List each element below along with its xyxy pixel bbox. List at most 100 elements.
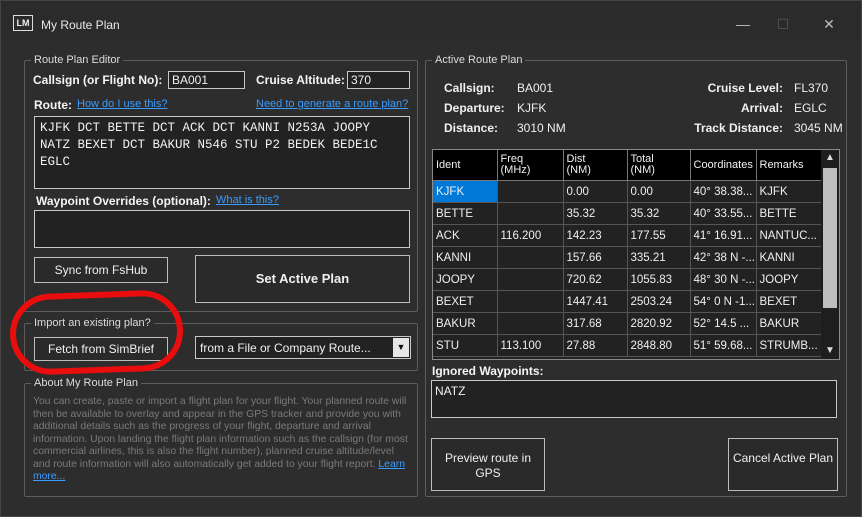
table-cell[interactable]: 2848.80 [627, 334, 691, 357]
table-cell[interactable]: 27.88 [563, 334, 628, 357]
title-bar[interactable]: LM My Route Plan — ☐ ✕ [1, 1, 861, 41]
table-cell[interactable]: 116.200 [497, 224, 564, 247]
waypoint-overrides-textarea[interactable] [34, 210, 410, 248]
cruise-altitude-label: Cruise Altitude: [256, 73, 345, 87]
table-cell[interactable]: 335.21 [627, 246, 691, 269]
maximize-button[interactable]: ☐ [763, 11, 803, 37]
cancel-active-plan-button[interactable]: Cancel Active Plan [728, 438, 838, 491]
callsign-label: Callsign (or Flight No): [33, 73, 163, 87]
table-cell[interactable]: BAKUR [756, 312, 822, 335]
table-row[interactable]: JOOPY 720.62 1055.83 48° 30 N -... JOOPY [433, 268, 822, 291]
table-cell[interactable]: BAKUR [433, 312, 498, 335]
table-cell[interactable]: JOOPY [756, 268, 822, 291]
table-cell[interactable]: ACK [433, 224, 498, 247]
scroll-up-icon[interactable]: ▲ [821, 150, 839, 166]
column-header[interactable]: Remarks [756, 150, 822, 181]
table-cell[interactable]: BEXET [756, 290, 822, 313]
table-cell[interactable]: 51° 59.68... [690, 334, 757, 357]
table-cell[interactable]: NANTUC... [756, 224, 822, 247]
table-cell[interactable]: 720.62 [563, 268, 628, 291]
about-legend: About My Route Plan [34, 377, 138, 389]
table-cell[interactable]: KANNI [433, 246, 498, 269]
close-button[interactable]: ✕ [809, 11, 849, 37]
active-route-plan-legend: Active Route Plan [435, 54, 523, 66]
import-source-select[interactable]: from a File or Company Route... ▼ [195, 336, 411, 359]
chevron-down-icon[interactable]: ▼ [393, 338, 409, 357]
distance-value: 3010 NM [517, 121, 566, 135]
table-cell[interactable] [497, 312, 564, 335]
generate-route-link[interactable]: Need to generate a route plan? [256, 98, 408, 110]
table-cell[interactable]: BEXET [433, 290, 498, 313]
callsign-input[interactable]: BA001 [168, 71, 245, 89]
table-cell[interactable]: 2503.24 [627, 290, 691, 313]
window-title: My Route Plan [41, 18, 120, 32]
waypoints-grid[interactable]: Ident Freq (MHz) Dist (NM) Total (NM) Coord… [432, 149, 840, 360]
set-active-plan-button[interactable]: Set Active Plan [195, 255, 410, 303]
route-textarea[interactable]: KJFK DCT BETTE DCT ACK DCT KANNI N253A J… [34, 116, 410, 189]
track-distance-value: 3045 NM [794, 121, 843, 135]
table-row[interactable]: BEXET 1447.41 2503.24 54° 0 N -1... BEXET [433, 290, 822, 313]
table-cell[interactable]: STU [433, 334, 498, 357]
table-row[interactable]: BETTE 35.32 35.32 40° 33.55... BETTE [433, 202, 822, 225]
table-cell[interactable]: 1447.41 [563, 290, 628, 313]
table-cell[interactable]: 142.23 [563, 224, 628, 247]
table-row[interactable]: BAKUR 317.68 2820.92 52° 14.5 ... BAKUR [433, 312, 822, 335]
table-header-row: Ident Freq (MHz) Dist (NM) Total (NM) Coord… [433, 150, 822, 181]
minimize-button[interactable]: — [723, 11, 763, 37]
table-row[interactable]: KJFK 0.00 0.00 40° 38.38... KJFK [433, 180, 822, 203]
waypoints-table: Ident Freq (MHz) Dist (NM) Total (NM) Coord… [433, 150, 822, 357]
table-cell[interactable]: 35.32 [627, 202, 691, 225]
table-cell[interactable]: 40° 38.38... [690, 180, 757, 203]
table-cell[interactable]: 157.66 [563, 246, 628, 269]
waypoint-overrides-label: Waypoint Overrides (optional): [36, 194, 211, 208]
column-header[interactable]: Freq (MHz) [497, 150, 564, 181]
table-cell[interactable]: BETTE [433, 202, 498, 225]
departure-value: KJFK [517, 101, 547, 115]
table-cell[interactable] [497, 268, 564, 291]
table-row[interactable]: ACK 116.200 142.23 177.55 41° 16.91... NANTUC… [433, 224, 822, 247]
table-cell[interactable]: KANNI [756, 246, 822, 269]
table-cell[interactable]: 48° 30 N -... [690, 268, 757, 291]
table-cell[interactable]: 40° 33.55... [690, 202, 757, 225]
table-cell[interactable]: 42° 38 N -... [690, 246, 757, 269]
table-cell[interactable]: 1055.83 [627, 268, 691, 291]
import-plan-legend: Import an existing plan? [34, 317, 151, 329]
column-header[interactable]: Dist (NM) [563, 150, 628, 181]
table-cell[interactable]: 54° 0 N -1... [690, 290, 757, 313]
table-cell[interactable] [497, 290, 564, 313]
table-cell[interactable]: 113.100 [497, 334, 564, 357]
table-cell[interactable]: 0.00 [627, 180, 691, 203]
ignored-waypoints-label: Ignored Waypoints: [432, 364, 544, 378]
scroll-down-icon[interactable]: ▼ [821, 343, 839, 359]
table-cell[interactable]: 177.55 [627, 224, 691, 247]
table-cell[interactable]: 317.68 [563, 312, 628, 335]
what-is-this-link[interactable]: What is this? [216, 194, 279, 206]
table-cell[interactable]: 0.00 [563, 180, 628, 203]
sync-fshub-button[interactable]: Sync from FsHub [34, 257, 168, 283]
scroll-thumb[interactable] [823, 168, 837, 308]
table-cell[interactable]: 52° 14.5 ... [690, 312, 757, 335]
column-header[interactable]: Total (NM) [627, 150, 691, 181]
how-to-use-link[interactable]: How do I use this? [77, 98, 168, 110]
table-row[interactable]: STU 113.100 27.88 2848.80 51° 59.68... STRUMB… [433, 334, 822, 357]
table-row[interactable]: KANNI 157.66 335.21 42° 38 N -... KANNI [433, 246, 822, 269]
table-cell[interactable]: JOOPY [433, 268, 498, 291]
ignored-waypoints-box[interactable]: NATZ [431, 380, 837, 418]
table-cell[interactable]: KJFK [433, 180, 498, 203]
table-cell[interactable]: STRUMB... [756, 334, 822, 357]
table-cell[interactable] [497, 246, 564, 269]
table-cell[interactable]: 35.32 [563, 202, 628, 225]
table-cell[interactable] [497, 202, 564, 225]
preview-route-gps-button[interactable]: Preview route in GPS [431, 438, 545, 491]
table-cell[interactable]: BETTE [756, 202, 822, 225]
column-header[interactable]: Coordinates [690, 150, 757, 181]
about-text-block: You can create, paste or import a flight… [33, 396, 409, 484]
cruise-altitude-input[interactable]: 370 [347, 71, 410, 89]
table-cell[interactable] [497, 180, 564, 203]
column-header[interactable]: Ident [433, 150, 498, 181]
table-cell[interactable]: 41° 16.91... [690, 224, 757, 247]
grid-scrollbar[interactable]: ▲ ▼ [821, 150, 839, 359]
table-cell[interactable]: KJFK [756, 180, 822, 203]
table-cell[interactable]: 2820.92 [627, 312, 691, 335]
fetch-simbrief-button[interactable]: Fetch from SimBrief [34, 337, 168, 361]
